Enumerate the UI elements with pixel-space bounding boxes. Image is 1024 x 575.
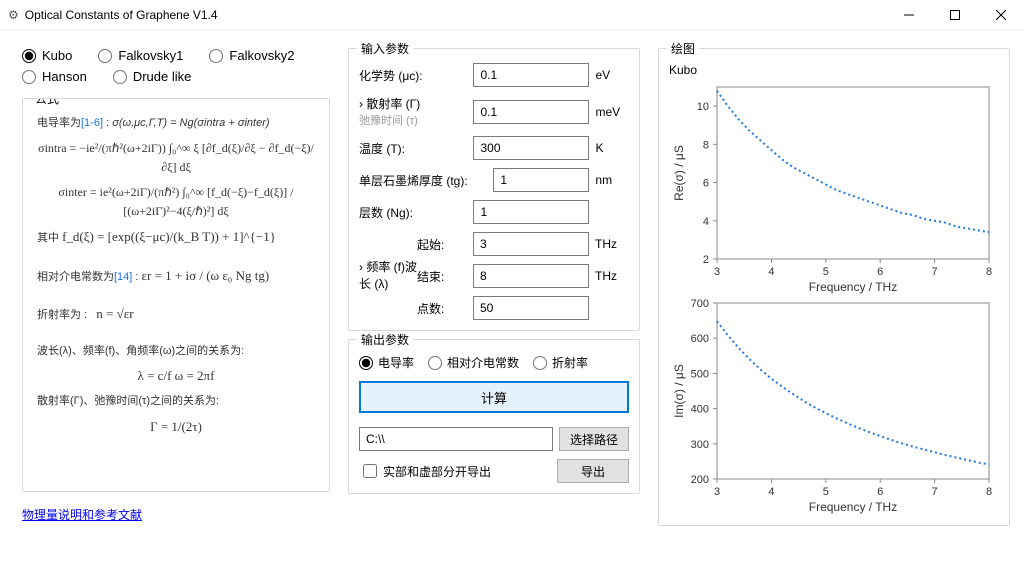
svg-text:Re(σ) / μS: Re(σ) / μS (672, 145, 686, 201)
gamma-input[interactable] (473, 100, 589, 124)
svg-text:600: 600 (691, 333, 709, 345)
svg-text:6: 6 (877, 486, 883, 498)
radio-hanson[interactable]: Hanson (22, 69, 87, 84)
freq-pts-input[interactable] (473, 296, 589, 320)
svg-text:8: 8 (986, 486, 992, 498)
svg-text:5: 5 (823, 266, 829, 278)
plot-model-name: Kubo (669, 63, 999, 77)
svg-text:200: 200 (691, 474, 709, 486)
input-params-title: 输入参数 (357, 40, 413, 57)
maximize-button[interactable] (932, 0, 978, 30)
svg-text:500: 500 (691, 368, 709, 380)
output-params-group: 输出参数 电导率 相对介电常数 折射率 计算 选择路径 实部和虚部分开导出 导出 (348, 339, 640, 494)
freq-start-input[interactable] (473, 232, 589, 256)
freq-end-unit: THz (595, 269, 629, 283)
temp-label: 温度 (T): (359, 140, 467, 157)
tg-label: 单层石墨烯厚度 (tg): (359, 172, 487, 189)
mu-unit: eV (595, 68, 629, 82)
formula-content: 电导率为[1-6] : σ(ω,μc,Γ,T) = Ng(σintra + σi… (33, 113, 319, 445)
tg-input[interactable] (493, 168, 589, 192)
freq-start-label: 起始: (417, 236, 467, 253)
temp-input[interactable] (473, 136, 589, 160)
chart-im-sigma: 3 4 5 6 7 8 200 300 400 500 600 700 Frequency / THz I… (669, 295, 999, 515)
svg-text:10: 10 (697, 101, 709, 113)
svg-text:300: 300 (691, 439, 709, 451)
svg-text:Frequency / THz: Frequency / THz (809, 500, 897, 514)
plot-group: 绘图 Kubo 345678246810Frequency / THzRe(σ)… (658, 48, 1010, 526)
export-button[interactable]: 导出 (557, 459, 629, 483)
mu-label: 化学势 (μc): (359, 67, 467, 84)
svg-text:7: 7 (932, 266, 938, 278)
gamma-unit: meV (595, 105, 629, 119)
svg-text:4: 4 (703, 216, 709, 228)
freq-end-input[interactable] (473, 264, 589, 288)
app-icon: ⚙ (8, 8, 19, 22)
svg-text:3: 3 (714, 266, 720, 278)
freq-start-unit: THz (595, 237, 629, 251)
radio-drude[interactable]: Drude like (113, 69, 192, 84)
formula-title: 公式 (31, 98, 63, 107)
freq-end-label: 结束: (417, 268, 467, 285)
svg-text:6: 6 (877, 266, 883, 278)
tg-unit: nm (595, 173, 629, 187)
radio-index[interactable]: 折射率 (533, 354, 588, 371)
radio-permittivity[interactable]: 相对介电常数 (428, 354, 519, 371)
freq-pts-label: 点数: (417, 300, 467, 317)
titlebar: ⚙ Optical Constants of Graphene V1.4 (0, 0, 1024, 30)
formula-group: 公式 电导率为[1-6] : σ(ω,μc,Γ,T) = Ng(σintra +… (22, 98, 330, 492)
svg-text:Im(σ) / μS: Im(σ) / μS (672, 364, 686, 418)
chart-re-sigma: 3 4 5 6 7 8 2 4 6 8 10 Frequency / THz Re(σ) / μS (669, 79, 999, 295)
svg-text:Frequency / THz: Frequency / THz (809, 280, 897, 294)
output-radio-group: 电导率 相对介电常数 折射率 (359, 354, 629, 371)
radio-conductivity[interactable]: 电导率 (359, 354, 414, 371)
input-params-group: 输入参数 化学势 (μc): eV › 散射率 (Γ)弛豫时间 (τ) meV … (348, 48, 640, 331)
mu-input[interactable] (473, 63, 589, 87)
close-button[interactable] (978, 0, 1024, 30)
window-buttons (886, 0, 1024, 30)
svg-text:4: 4 (768, 266, 774, 278)
calculate-button[interactable]: 计算 (359, 381, 629, 413)
svg-text:700: 700 (691, 298, 709, 310)
browse-button[interactable]: 选择路径 (559, 427, 629, 451)
freq-label[interactable]: › 频率 (f)波长 (λ) (359, 232, 417, 320)
temp-unit: K (595, 141, 629, 155)
minimize-button[interactable] (886, 0, 932, 30)
radio-falkovsky1[interactable]: Falkovsky1 (98, 48, 183, 63)
radio-kubo[interactable]: Kubo (22, 48, 72, 63)
split-checkbox[interactable]: 实部和虚部分开导出 (359, 463, 535, 480)
svg-text:4: 4 (768, 486, 774, 498)
ng-label: 层数 (Ng): (359, 204, 467, 221)
plot-title: 绘图 (667, 40, 699, 57)
svg-text:2: 2 (703, 254, 709, 266)
radio-falkovsky2[interactable]: Falkovsky2 (209, 48, 294, 63)
gamma-label[interactable]: › 散射率 (Γ)弛豫时间 (τ) (359, 95, 467, 128)
window-title: Optical Constants of Graphene V1.4 (25, 8, 886, 22)
svg-text:3: 3 (714, 486, 720, 498)
svg-text:7: 7 (932, 486, 938, 498)
svg-text:5: 5 (823, 486, 829, 498)
reference-link[interactable]: 物理量说明和参考文献 (22, 506, 142, 523)
output-params-title: 输出参数 (357, 331, 413, 348)
path-input[interactable] (359, 427, 553, 451)
model-radio-group: Kubo Falkovsky1 Falkovsky2 Hanson Drude … (22, 48, 330, 84)
ng-input[interactable] (473, 200, 589, 224)
svg-text:8: 8 (703, 139, 709, 151)
svg-text:400: 400 (691, 404, 709, 416)
svg-text:6: 6 (703, 178, 709, 190)
svg-text:8: 8 (986, 266, 992, 278)
